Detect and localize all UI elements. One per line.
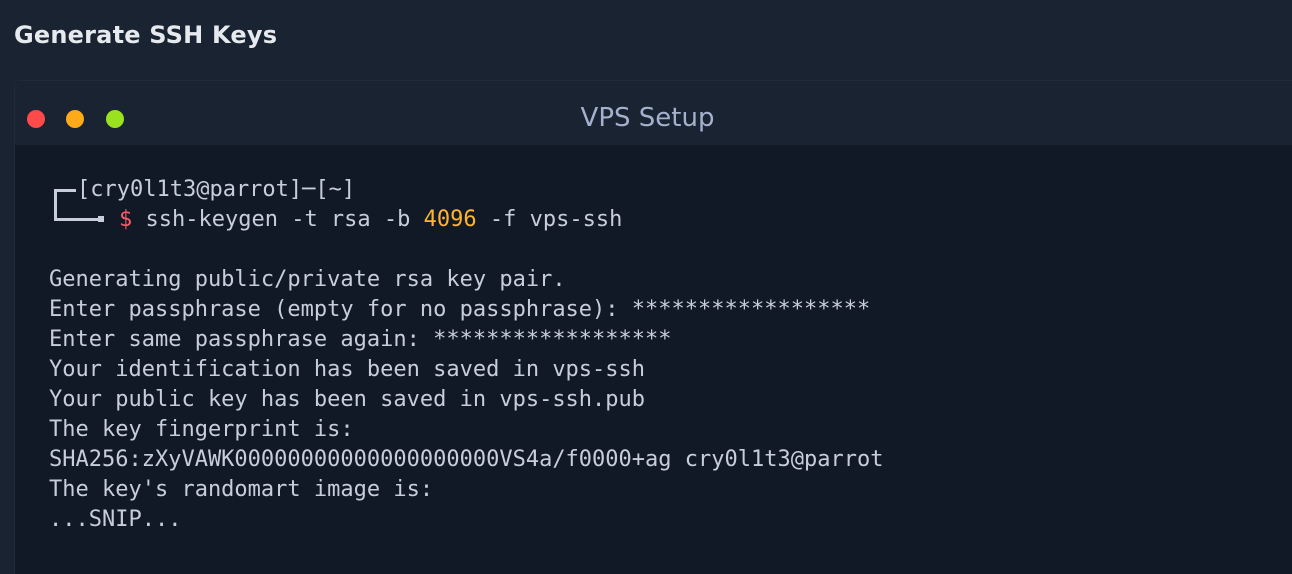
command-text-1: ssh-keygen -t rsa -b: [145, 207, 424, 232]
window-titlebar: VPS Setup: [15, 81, 1292, 145]
prompt-user-host: [cry0l1t3@parrot]─[~]: [77, 177, 356, 202]
terminal-window: VPS Setup [cry0l1t3@parrot]─[~] $ ssh-key…: [14, 80, 1292, 574]
terminal-output[interactable]: [cry0l1t3@parrot]─[~] $ ssh-keygen -t rsa…: [15, 145, 1292, 574]
output-line: ...SNIP...: [49, 507, 182, 532]
output-line: Your public key has been saved in vps-ss…: [49, 387, 646, 412]
output-line: Generating public/private rsa key pair.: [49, 267, 566, 292]
output-line: The key's randomart image is:: [49, 477, 434, 502]
command-text-2: -f vps-ssh: [476, 207, 623, 232]
prompt-line-2: $ ssh-keygen -t rsa -b 4096 -f vps-ssh: [49, 203, 1292, 235]
output-line: Enter passphrase (empty for no passphras…: [49, 297, 871, 322]
command-number: 4096: [423, 207, 477, 232]
command-line: $ ssh-keygen -t rsa -b 4096 -f vps-ssh: [119, 205, 622, 235]
prompt-symbol: $: [119, 207, 133, 232]
output-line: Your identification has been saved in vp…: [49, 357, 646, 382]
window-title: VPS Setup: [580, 103, 715, 133]
output-line: The key fingerprint is:: [49, 417, 354, 442]
prompt-corner-bottom-icon: [54, 203, 98, 221]
section-title: Generate SSH Keys: [14, 21, 278, 49]
output-line: Enter same passphrase again: ***********…: [49, 327, 672, 352]
prompt-arrow-icon: [98, 216, 104, 222]
prompt-line-1: [cry0l1t3@parrot]─[~]: [49, 175, 1292, 217]
output-line: SHA256:zXyVAWK00000000000000000000VS4a/f…: [49, 447, 884, 472]
